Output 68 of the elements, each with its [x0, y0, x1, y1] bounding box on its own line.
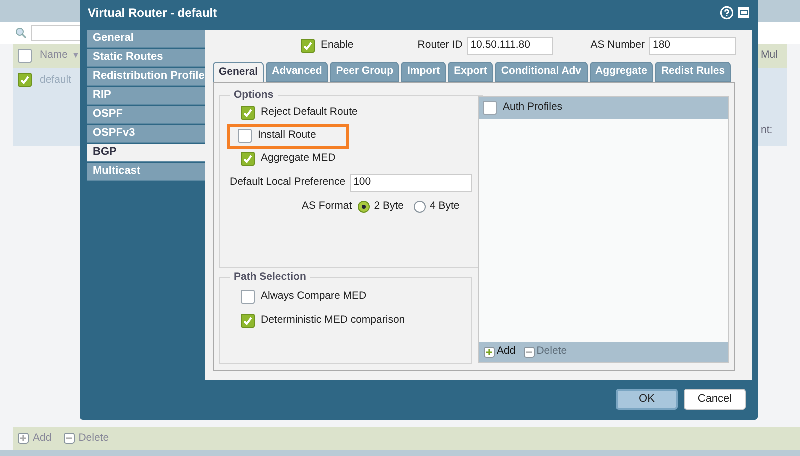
cancel-button[interactable]: Cancel [684, 389, 746, 410]
tab[interactable]: Export [448, 62, 494, 82]
add-button[interactable]: Add [18, 430, 52, 446]
as-number-field[interactable]: 180 [649, 37, 736, 55]
field-label: Router ID [418, 38, 463, 54]
nav-tab[interactable]: Redistribution Profile [87, 68, 205, 86]
help-icon[interactable] [720, 6, 734, 20]
search-icon [15, 27, 27, 39]
tab[interactable]: General [213, 62, 264, 82]
sort-icon: ▼ [72, 50, 80, 62]
checkbox[interactable] [18, 73, 32, 87]
tab[interactable]: Conditional Adv [495, 62, 588, 82]
checkmark-icon [243, 316, 253, 326]
table-cell-text: nt: [760, 123, 774, 138]
nav-tab[interactable]: OSPFv3 [87, 125, 205, 143]
field-label: AS Format [302, 198, 352, 214]
checkbox[interactable] [241, 106, 255, 120]
tab[interactable]: Import [401, 62, 446, 82]
column-header[interactable]: Name [40, 48, 68, 64]
plus-icon [18, 433, 29, 444]
checkbox-label: Install Route [258, 128, 316, 144]
router-id-field[interactable]: 10.50.111.80 [466, 37, 553, 55]
nav-tab[interactable]: Multicast [87, 163, 205, 181]
add-button[interactable]: Add [484, 344, 516, 360]
checkmark-icon [243, 154, 253, 164]
nav-tab[interactable]: RIP [87, 87, 205, 105]
radio-label: 2 Byte [374, 198, 404, 214]
checkbox[interactable] [301, 39, 315, 53]
checkmark-icon [20, 75, 30, 85]
nav-tab[interactable]: BGP [87, 144, 205, 162]
minus-icon [64, 433, 75, 444]
minus-icon [524, 346, 535, 358]
local-preference-field[interactable]: 100 [350, 174, 472, 192]
checkmark-icon [243, 108, 253, 118]
checkbox-label: Deterministic MED comparison [261, 312, 406, 328]
tab[interactable]: Advanced [266, 62, 328, 82]
checkbox[interactable] [483, 101, 497, 115]
checkbox[interactable] [18, 49, 32, 63]
radio-button[interactable] [358, 200, 370, 213]
checkmark-icon [303, 41, 313, 51]
table-cell-text: default [40, 73, 72, 88]
column-header[interactable]: Mul [757, 48, 787, 64]
tab[interactable]: Aggregate [590, 62, 654, 82]
nav-tab[interactable]: General [87, 30, 205, 48]
checkbox[interactable] [238, 129, 252, 144]
checkbox[interactable] [241, 290, 255, 304]
checkbox-label: Enable [321, 38, 354, 54]
field-label: Default Local Preference [230, 174, 346, 190]
tab[interactable]: Peer Group [330, 62, 400, 82]
group-title: Path Selection [233, 270, 308, 285]
column-header[interactable]: Auth Profiles [503, 100, 563, 116]
checkbox-label: Reject Default Route [261, 105, 358, 120]
checkbox-label: Aggregate MED [261, 151, 336, 166]
group-title: Options [233, 88, 275, 103]
nav-tab[interactable]: OSPF [87, 106, 205, 124]
window-title: Virtual Router - default [88, 4, 218, 22]
radio-label: 4 Byte [430, 198, 460, 214]
checkbox[interactable] [241, 314, 255, 328]
plus-icon [484, 346, 495, 358]
tab[interactable]: Redist Rules [655, 62, 732, 82]
checkbox[interactable] [241, 152, 255, 166]
nav-tab[interactable]: Static Routes [87, 49, 205, 67]
checkbox-label: Always Compare MED [261, 288, 367, 304]
delete-button[interactable]: Delete [64, 430, 110, 446]
radio-button[interactable] [414, 200, 426, 213]
ok-button[interactable]: OK [616, 389, 678, 410]
minimize-icon[interactable] [738, 6, 750, 18]
field-label: AS Number [590, 38, 645, 54]
